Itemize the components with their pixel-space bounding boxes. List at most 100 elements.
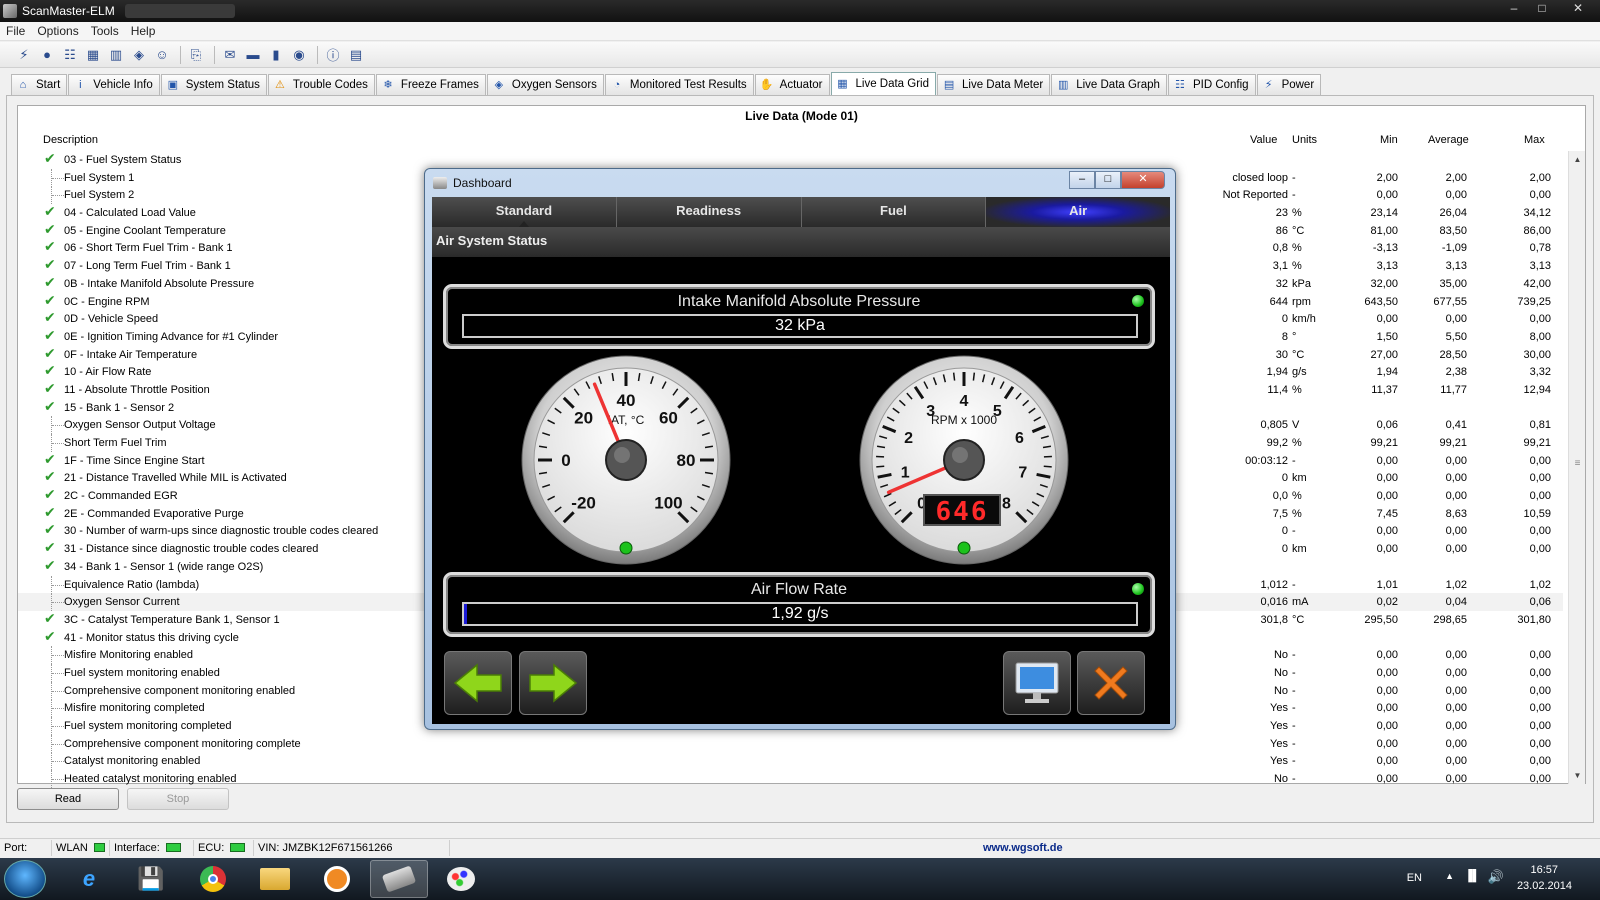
check-icon[interactable]: ✔	[44, 540, 58, 554]
clock-time[interactable]: 16:57	[1530, 864, 1558, 876]
tab-live-data-graph[interactable]: ▥ Live Data Graph	[1051, 74, 1167, 95]
table-row[interactable]: Catalyst monitoring enabled Yes - 0,00 0,00 0…	[18, 752, 1563, 771]
check-icon[interactable]: ✔	[44, 346, 58, 360]
check-icon[interactable]: ✔	[44, 522, 58, 536]
exit-button[interactable]	[1077, 651, 1145, 715]
scroll-grip-icon[interactable]: ≡	[1569, 455, 1586, 472]
menu-file[interactable]: File	[6, 24, 25, 38]
info-icon[interactable]: ⓘ	[323, 45, 343, 65]
monitor-button[interactable]	[1003, 651, 1071, 715]
tab-oxygen-sensors[interactable]: ◈ Oxygen Sensors	[486, 74, 604, 95]
table-row[interactable]: ✔ 03 - Fuel System Status	[18, 151, 1563, 169]
check-icon[interactable]: ✔	[44, 293, 58, 307]
check-icon[interactable]: ✔	[44, 275, 58, 289]
grid-scrollbar[interactable]: ▲ ≡ ▼	[1568, 151, 1585, 784]
report-icon[interactable]: ☷	[60, 45, 80, 65]
clipboard-icon[interactable]: ⎘	[186, 45, 206, 65]
tab-live-data-meter[interactable]: ▤ Live Data Meter	[937, 74, 1051, 95]
row-unit: -	[1292, 454, 1296, 467]
dashboard-tab-standard[interactable]: Standard	[432, 197, 617, 227]
tab-system-status[interactable]: ▣ System Status	[160, 74, 267, 95]
check-icon[interactable]: ✔	[44, 611, 58, 625]
tab-power[interactable]: ⚡ Power	[1256, 74, 1322, 95]
check-icon[interactable]: ✔	[44, 204, 58, 218]
freeze-icon: ❄	[383, 79, 393, 91]
paint-icon[interactable]	[432, 860, 490, 898]
maximize-icon[interactable]: □	[1528, 0, 1556, 18]
tab-actuator[interactable]: ✋ Actuator	[754, 74, 830, 95]
ie-icon[interactable]: e	[60, 860, 118, 898]
table-row[interactable]: Comprehensive component monitoring compl…	[18, 734, 1563, 753]
tab-monitored-test-results[interactable]: ◔ Monitored Test Results	[604, 74, 754, 95]
chrome-icon[interactable]	[184, 860, 242, 898]
connect-icon[interactable]: ⚡	[14, 45, 34, 65]
check-icon[interactable]: ✔	[44, 328, 58, 342]
check-icon[interactable]: ✔	[44, 487, 58, 501]
tab-freeze-frames[interactable]: ❄ Freeze Frames	[375, 74, 486, 95]
dashboard-tab-fuel[interactable]: Fuel	[802, 197, 987, 227]
back-button[interactable]	[444, 651, 512, 715]
header-average[interactable]: Average	[1428, 134, 1469, 146]
palette-icon[interactable]: ◈	[129, 45, 149, 65]
tab-start[interactable]: ⌂ Start	[11, 74, 68, 95]
check-icon[interactable]: ✔	[44, 629, 58, 643]
tab-pid-config[interactable]: ☷ PID Config	[1167, 74, 1256, 95]
close-icon[interactable]: ✕	[1556, 0, 1600, 18]
dashboard-maximize-icon[interactable]: □	[1095, 171, 1121, 189]
globe-icon[interactable]: ●	[37, 45, 57, 65]
website-link[interactable]: www.wgsoft.de	[983, 842, 1063, 854]
start-button[interactable]	[4, 860, 46, 898]
menu-help[interactable]: Help	[131, 24, 156, 38]
scroll-up-icon[interactable]: ▲	[1569, 151, 1586, 168]
minimize-icon[interactable]: –	[1500, 0, 1528, 18]
clock-date[interactable]: 23.02.2014	[1517, 880, 1572, 892]
stop-button[interactable]: Stop	[127, 788, 229, 810]
scroll-down-icon[interactable]: ▼	[1569, 767, 1586, 784]
check-icon[interactable]: ✔	[44, 469, 58, 483]
check-icon[interactable]: ✔	[44, 363, 58, 377]
read-button[interactable]: Read	[17, 788, 119, 810]
dashboard-close-icon[interactable]: ✕	[1121, 171, 1165, 189]
check-icon[interactable]: ✔	[44, 558, 58, 572]
table-row[interactable]: Heated catalyst monitoring enabled No - 0,0…	[18, 770, 1563, 789]
header-value[interactable]: Value	[1250, 134, 1277, 146]
menu-options[interactable]: Options	[37, 24, 78, 38]
dashboard-minimize-icon[interactable]: –	[1069, 171, 1095, 189]
check-icon[interactable]: ✔	[44, 151, 58, 165]
menu-tools[interactable]: Tools	[91, 24, 119, 38]
dashboard-tab-air[interactable]: Air	[986, 197, 1170, 227]
chart-icon[interactable]: ▥	[106, 45, 126, 65]
check-icon[interactable]: ✔	[44, 505, 58, 519]
header-max[interactable]: Max	[1524, 134, 1545, 146]
tab-vehicle-info[interactable]: i Vehicle Info	[68, 74, 160, 95]
save-icon[interactable]: 💾	[122, 860, 180, 898]
check-icon[interactable]: ✔	[44, 452, 58, 466]
book-icon[interactable]: ▤	[346, 45, 366, 65]
check-icon[interactable]: ✔	[44, 257, 58, 271]
dashboard-tab-readiness[interactable]: Readiness	[617, 197, 802, 227]
check-icon[interactable]: ✔	[44, 381, 58, 395]
tab-live-data-grid[interactable]: ▦ Live Data Grid	[830, 72, 937, 95]
person-icon[interactable]: ☺	[152, 45, 172, 65]
scanner-icon[interactable]	[370, 860, 428, 898]
battery-icon[interactable]: ▮	[266, 45, 286, 65]
grid-icon[interactable]: ▦	[83, 45, 103, 65]
network-icon[interactable]: ▐▌	[1464, 870, 1480, 882]
disc-icon[interactable]: ◉	[289, 45, 309, 65]
tray-expand-icon[interactable]: ▲	[1445, 871, 1454, 881]
check-icon[interactable]: ✔	[44, 310, 58, 324]
magnifier-icon[interactable]	[308, 860, 366, 898]
header-units[interactable]: Units	[1292, 134, 1317, 146]
header-min[interactable]: Min	[1380, 134, 1398, 146]
terminal-icon[interactable]: ▬	[243, 45, 263, 65]
check-icon[interactable]: ✔	[44, 222, 58, 236]
check-icon[interactable]: ✔	[44, 239, 58, 253]
check-icon[interactable]: ✔	[44, 399, 58, 413]
chat-icon[interactable]: ✉	[220, 45, 240, 65]
forward-button[interactable]	[519, 651, 587, 715]
header-description[interactable]: Description	[43, 134, 98, 146]
folder-icon[interactable]	[246, 860, 304, 898]
tab-trouble-codes[interactable]: ⚠ Trouble Codes	[267, 74, 375, 95]
language-indicator[interactable]: EN	[1407, 872, 1422, 884]
volume-icon[interactable]: 🔊	[1488, 869, 1504, 885]
